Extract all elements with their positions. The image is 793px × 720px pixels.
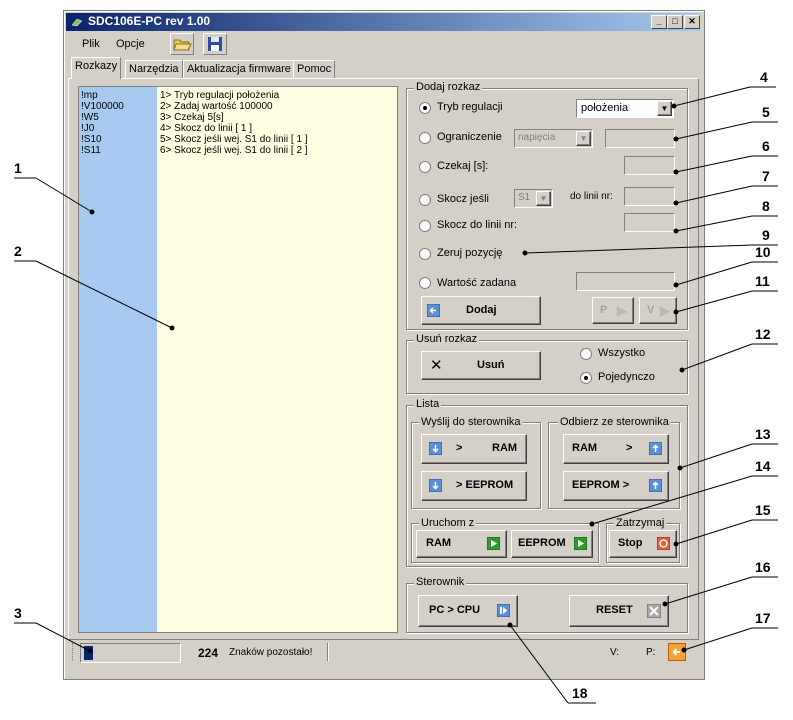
callout-11: 11 [755, 273, 770, 289]
callout-16: 16 [755, 559, 771, 575]
callout-1: 1 [14, 160, 22, 176]
callout-2: 2 [14, 243, 22, 259]
callout-14: 14 [755, 458, 771, 474]
callout-18: 18 [572, 685, 588, 701]
callout-4: 4 [760, 69, 768, 85]
callout-9: 9 [762, 227, 770, 243]
callout-7: 7 [762, 168, 770, 184]
callout-8: 8 [762, 198, 770, 214]
callout-10: 10 [755, 244, 771, 260]
callout-17: 17 [755, 610, 771, 626]
tab-rozkazy[interactable]: Rozkazy [71, 57, 122, 79]
callout-12: 12 [755, 326, 771, 342]
callout-15: 15 [755, 502, 771, 518]
callout-5: 5 [762, 104, 770, 120]
callout-3: 3 [14, 605, 22, 621]
callout-lines [14, 86, 778, 704]
callout-6: 6 [762, 138, 770, 154]
callout-13: 13 [755, 426, 771, 442]
